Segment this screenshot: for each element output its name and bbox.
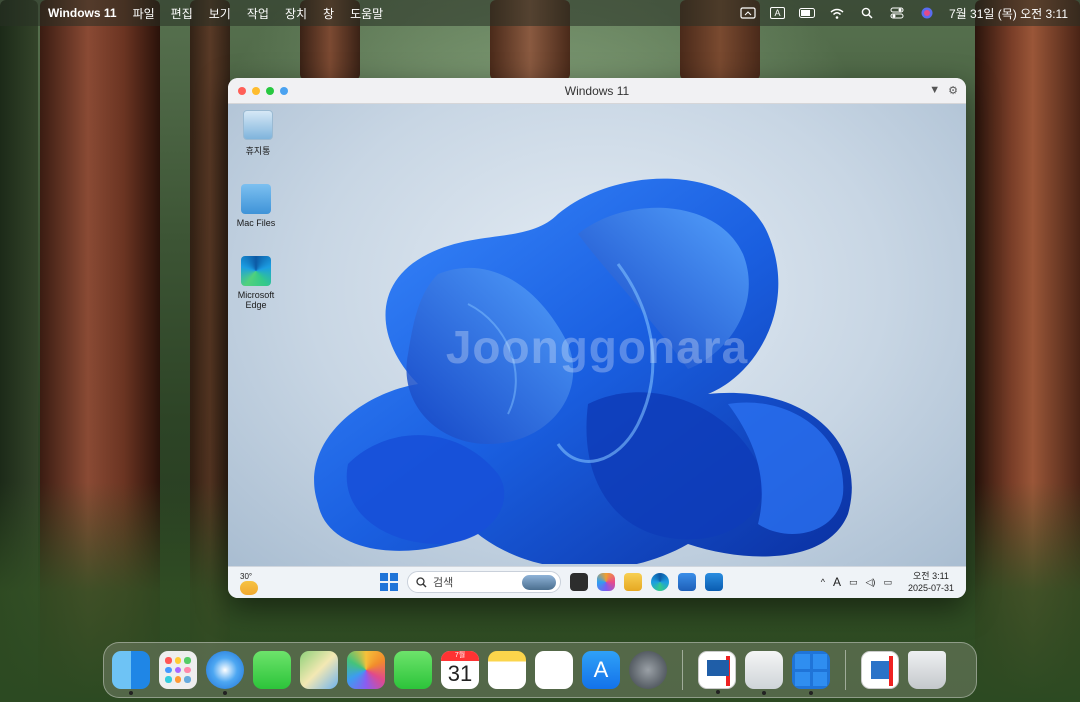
calendar-icon[interactable]: 7월 31	[441, 651, 479, 689]
clock-date: 2025-07-31	[907, 583, 954, 593]
parallels-desktop-icon[interactable]	[698, 651, 736, 694]
ime-indicator[interactable]: A	[833, 575, 841, 589]
file-explorer-icon[interactable]	[624, 573, 642, 591]
task-view-icon[interactable]	[570, 573, 588, 591]
vm-titlebar[interactable]: Windows 11 ▼ ⚙	[228, 78, 966, 104]
launchpad-icon[interactable]	[159, 651, 197, 689]
dock-separator	[845, 650, 846, 690]
menu-edit[interactable]: 편집	[163, 5, 201, 22]
menu-window[interactable]: 창	[315, 5, 342, 22]
windows-taskbar: 30° 검색 ^ A ▭ ◁) ▭ 오전 3:11 2025-07-31	[228, 566, 966, 598]
desktop-icon-label: 휴지통	[245, 146, 271, 156]
windows-desktop: Joonggonara 휴지통 Mac Files Microsoft Edge	[228, 104, 966, 566]
finder-icon[interactable]	[112, 651, 150, 695]
dock: 7월 31 A	[103, 642, 977, 698]
battery-icon[interactable]	[798, 7, 815, 19]
dock-separator	[682, 650, 683, 690]
menu-file[interactable]: 파일	[125, 5, 163, 22]
screen-mirroring-icon[interactable]	[740, 7, 756, 19]
spotlight-search-icon[interactable]	[859, 7, 875, 19]
desktop-icon-mac-files[interactable]: Mac Files	[228, 184, 284, 228]
messages-icon[interactable]	[253, 651, 291, 689]
clock-time: 오전 3:11	[913, 571, 949, 581]
chevron-up-icon[interactable]: ^	[821, 577, 825, 587]
freeform-icon[interactable]	[535, 651, 573, 689]
facetime-icon[interactable]	[394, 651, 432, 689]
calendar-day: 31	[447, 661, 473, 686]
watermark: Joonggonara	[445, 321, 749, 373]
menu-help[interactable]: 도움말	[342, 5, 391, 22]
notes-icon[interactable]	[488, 651, 526, 689]
search-placeholder: 검색	[433, 577, 454, 589]
vm-window: Windows 11 ▼ ⚙ Joonggonara 휴지통 Mac Files…	[228, 78, 966, 598]
siri-icon[interactable]	[919, 7, 935, 19]
menu-devices[interactable]: 장치	[277, 5, 315, 22]
menu-actions[interactable]: 작업	[239, 5, 277, 22]
desktop-icon-label: Mac Files	[236, 218, 276, 228]
system-tray: ^ A ▭ ◁) ▭ 오전 3:11 2025-07-31	[821, 570, 954, 594]
maps-icon[interactable]	[300, 651, 338, 689]
app-store-icon[interactable]: A	[582, 651, 620, 689]
mac-folder-icon	[241, 184, 271, 214]
taskbar-search-input[interactable]: 검색	[407, 571, 561, 593]
network-icon[interactable]: ▭	[849, 577, 858, 588]
edge-taskbar-icon[interactable]	[651, 573, 669, 591]
wifi-icon[interactable]	[829, 7, 845, 19]
menubar-clock[interactable]: 7월 31일 (목) 오전 3:11	[949, 5, 1068, 22]
taskbar-clock[interactable]: 오전 3:11 2025-07-31	[908, 570, 954, 594]
app-menu[interactable]: Windows 11	[40, 6, 125, 20]
system-settings-icon[interactable]	[629, 651, 667, 689]
search-highlight-thumbnail	[522, 575, 556, 590]
copilot-icon[interactable]	[597, 573, 615, 591]
menu-view[interactable]: 보기	[201, 5, 239, 22]
desktop-icon-edge[interactable]: Microsoft Edge	[228, 256, 284, 310]
outlook-icon[interactable]	[705, 573, 723, 591]
search-icon	[416, 576, 427, 587]
weather-temp: 30°	[240, 572, 253, 581]
control-center-icon[interactable]	[889, 7, 905, 19]
clipboard-icon[interactable]	[745, 651, 783, 695]
microsoft-store-icon[interactable]	[678, 573, 696, 591]
windows-start-icon[interactable]	[380, 573, 398, 591]
parallels-control-center-icon[interactable]	[861, 651, 899, 689]
photos-icon[interactable]	[347, 651, 385, 689]
edge-icon	[241, 256, 271, 286]
recycle-bin-icon	[243, 110, 273, 140]
weather-sun-icon	[240, 581, 258, 595]
safari-icon[interactable]	[206, 651, 244, 695]
windows-app-icon[interactable]	[792, 651, 830, 695]
menu-bar: Windows 11 파일 편집 보기 작업 장치 창 도움말 A 7월 31일…	[0, 0, 1080, 26]
vm-window-title: Windows 11	[564, 83, 630, 98]
desktop-icon-label: Microsoft Edge	[237, 290, 275, 310]
trash-icon[interactable]	[908, 651, 946, 689]
battery-tray-icon[interactable]: ▭	[883, 577, 892, 588]
speaker-icon[interactable]: ◁)	[866, 577, 876, 588]
calendar-month: 7월	[441, 651, 479, 661]
weather-widget[interactable]: 30°	[240, 572, 258, 595]
input-source-icon[interactable]: A	[769, 7, 785, 19]
desktop-icon-recycle-bin[interactable]: 휴지통	[230, 110, 286, 157]
